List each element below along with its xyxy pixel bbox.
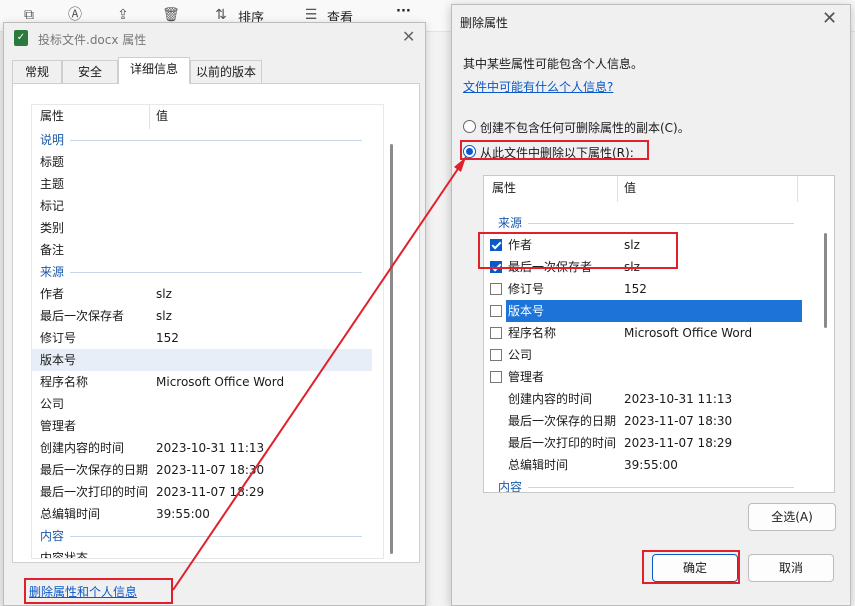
tab-details[interactable]: 详细信息 bbox=[118, 57, 190, 84]
annotation-arrow bbox=[172, 156, 467, 591]
